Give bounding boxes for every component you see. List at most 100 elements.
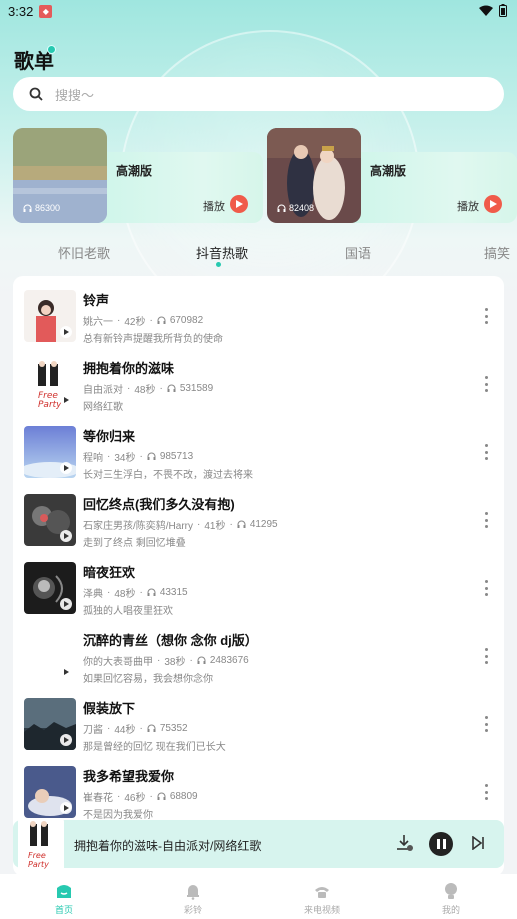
song-duration: 46秒: [124, 793, 146, 804]
play-icon: [60, 462, 72, 474]
song-title: 暗夜狂欢: [83, 565, 136, 580]
song-title: 沉醉的青丝（想你 念你 dj版）: [83, 633, 258, 648]
now-playing-title: 拥抱着你的滋味-自由派对/网络红歌: [74, 839, 262, 853]
song-plays: 43315: [159, 587, 188, 598]
list-item[interactable]: 回忆终点(我们多久没有抱) 石家庄男孩/陈奕鸫/Harry · 41秒 · 4129…: [13, 480, 504, 549]
more-options-icon[interactable]: [483, 580, 489, 596]
song-duration: 42秒: [124, 317, 146, 328]
tab-mandarin[interactable]: 国语: [345, 243, 371, 262]
song-duration: 48秒: [114, 589, 136, 600]
headphones-icon: [197, 656, 206, 664]
play-icon: [60, 394, 72, 406]
play-icon: [236, 200, 243, 208]
headphones-icon: [147, 452, 156, 460]
song-description: 孤独的人唱夜里狂欢: [83, 606, 173, 617]
more-options-icon[interactable]: [483, 784, 489, 800]
play-icon: [60, 802, 72, 814]
song-description: 走到了终点 剩回忆堆叠: [83, 538, 186, 549]
headphones-icon: [167, 384, 176, 392]
song-meta: 刀酱 · 44秒 · 75352: [83, 723, 188, 736]
song-cover-image: [24, 562, 76, 614]
song-cover-image: [24, 698, 76, 750]
song-duration: 34秒: [114, 453, 136, 464]
battery-icon: [499, 4, 507, 17]
play-icon: [490, 200, 497, 208]
active-tab-indicator: [216, 262, 221, 267]
more-options-icon[interactable]: [483, 444, 489, 460]
play-button[interactable]: [230, 195, 248, 213]
song-meta: 自由派对 · 48秒 · 531589: [83, 383, 214, 396]
nav-ringtone[interactable]: 彩铃: [163, 882, 223, 916]
song-plays: 75352: [159, 723, 188, 734]
search-input[interactable]: 搜搜～: [13, 77, 504, 111]
list-item[interactable]: 我多希望我爱你 崔春花 · 46秒 · 68809 不是因为我爱你: [13, 752, 504, 821]
banner-play-count: 86300: [23, 203, 60, 213]
song-plays: 68809: [169, 791, 198, 802]
list-item[interactable]: 铃声 姚六一 · 42秒 · 670982 总有新铃声提醒我所背负的使命: [13, 276, 504, 345]
song-meta: 石家庄男孩/陈奕鸫/Harry · 41秒 · 41295: [83, 519, 278, 532]
song-title: 拥抱着你的滋味: [83, 361, 175, 376]
list-item[interactable]: 等你归来 程响 · 34秒 · 985713 长对三生浮白，不畏不改，渡过去将来: [13, 412, 504, 481]
banner-play-count: 82408: [277, 203, 314, 213]
song-meta: 程响 · 34秒 · 985713: [83, 451, 194, 464]
tab-funny[interactable]: 搞笑: [484, 243, 510, 262]
headphones-icon: [147, 724, 156, 732]
song-title: 铃声: [83, 293, 110, 308]
list-item[interactable]: Free Party 拥抱着你的滋味 自由派对 · 48秒 · 531589 网络红歌: [13, 344, 504, 413]
more-options-icon[interactable]: [483, 308, 489, 324]
song-artist: 姚六一: [83, 317, 113, 328]
song-plays: 2483676: [209, 655, 249, 666]
nav-profile[interactable]: 我的: [421, 882, 481, 916]
nav-ringtone-label: 彩铃: [183, 905, 202, 915]
song-title: 回忆终点(我们多久没有抱): [83, 497, 235, 512]
play-icon: [60, 598, 72, 610]
song-plays: 531589: [179, 383, 214, 394]
headphones-icon: [237, 520, 246, 528]
bell-icon: [187, 885, 199, 900]
more-options-icon[interactable]: [483, 376, 489, 392]
home-icon: [57, 885, 71, 898]
playlist-banner-1[interactable]: 高潮版 播放 86300: [13, 128, 263, 223]
song-plays: 670982: [169, 315, 204, 326]
search-placeholder: 搜搜～: [55, 87, 95, 103]
banner-title: 高潮版: [370, 164, 407, 178]
song-artist: 程响: [83, 453, 103, 464]
banner-play-label[interactable]: 播放: [203, 198, 225, 214]
nav-home[interactable]: 首页: [34, 882, 94, 916]
banner-play-label[interactable]: 播放: [457, 198, 479, 214]
status-bar: 3:32 ◆: [0, 0, 517, 22]
song-cover-image: Free Party: [24, 358, 76, 410]
playlist-banner-2[interactable]: 高潮版 播放 82408: [267, 128, 517, 223]
song-artist: 自由派对: [83, 385, 123, 396]
more-options-icon[interactable]: [483, 648, 489, 664]
song-artist: 崔春花: [83, 793, 113, 804]
next-track-icon[interactable]: [471, 836, 485, 850]
play-icon: [60, 326, 72, 338]
more-options-icon[interactable]: [483, 512, 489, 528]
song-duration: 44秒: [114, 725, 136, 736]
song-cover-image: [24, 494, 76, 546]
banner-count-text: 82408: [289, 203, 315, 213]
list-item[interactable]: 暗夜狂欢 泽典 · 48秒 · 43315 孤独的人唱夜里狂欢: [13, 548, 504, 617]
pause-button[interactable]: [429, 832, 453, 856]
download-icon[interactable]: [396, 834, 414, 852]
song-list: 铃声 姚六一 · 42秒 · 670982 总有新铃声提醒我所背负的使命 Free P…: [13, 276, 504, 876]
song-description: 网络红歌: [83, 402, 123, 413]
more-options-icon[interactable]: [483, 716, 489, 732]
list-item[interactable]: 沉醉的青丝（想你 念你 dj版） 你的大表哥曲甲 · 38秒 · 2483676 如…: [13, 616, 504, 685]
song-duration: 38秒: [164, 657, 186, 668]
play-button[interactable]: [484, 195, 502, 213]
headphones-icon: [157, 792, 166, 800]
song-title: 我多希望我爱你: [83, 769, 175, 784]
list-item[interactable]: 假装放下 刀酱 · 44秒 · 75352 那是曾经的回忆 现在我们已长大: [13, 684, 504, 753]
song-description: 不是因为我爱你: [83, 810, 153, 821]
song-meta: 崔春花 · 46秒 · 68809: [83, 791, 198, 804]
tab-nostalgic[interactable]: 怀旧老歌: [58, 243, 110, 262]
bottom-navigation: 首页 彩铃 来电视频 我的: [0, 874, 517, 919]
title-badge-icon: [47, 45, 56, 54]
tab-douyin-hot[interactable]: 抖音热歌: [196, 243, 248, 262]
nav-call-video-label: 来电视频: [303, 905, 340, 915]
song-duration: 41秒: [204, 521, 226, 532]
mini-player[interactable]: Free Party 拥抱着你的滋味-自由派对/网络红歌: [13, 818, 504, 872]
nav-call-video[interactable]: 来电视频: [292, 882, 352, 916]
